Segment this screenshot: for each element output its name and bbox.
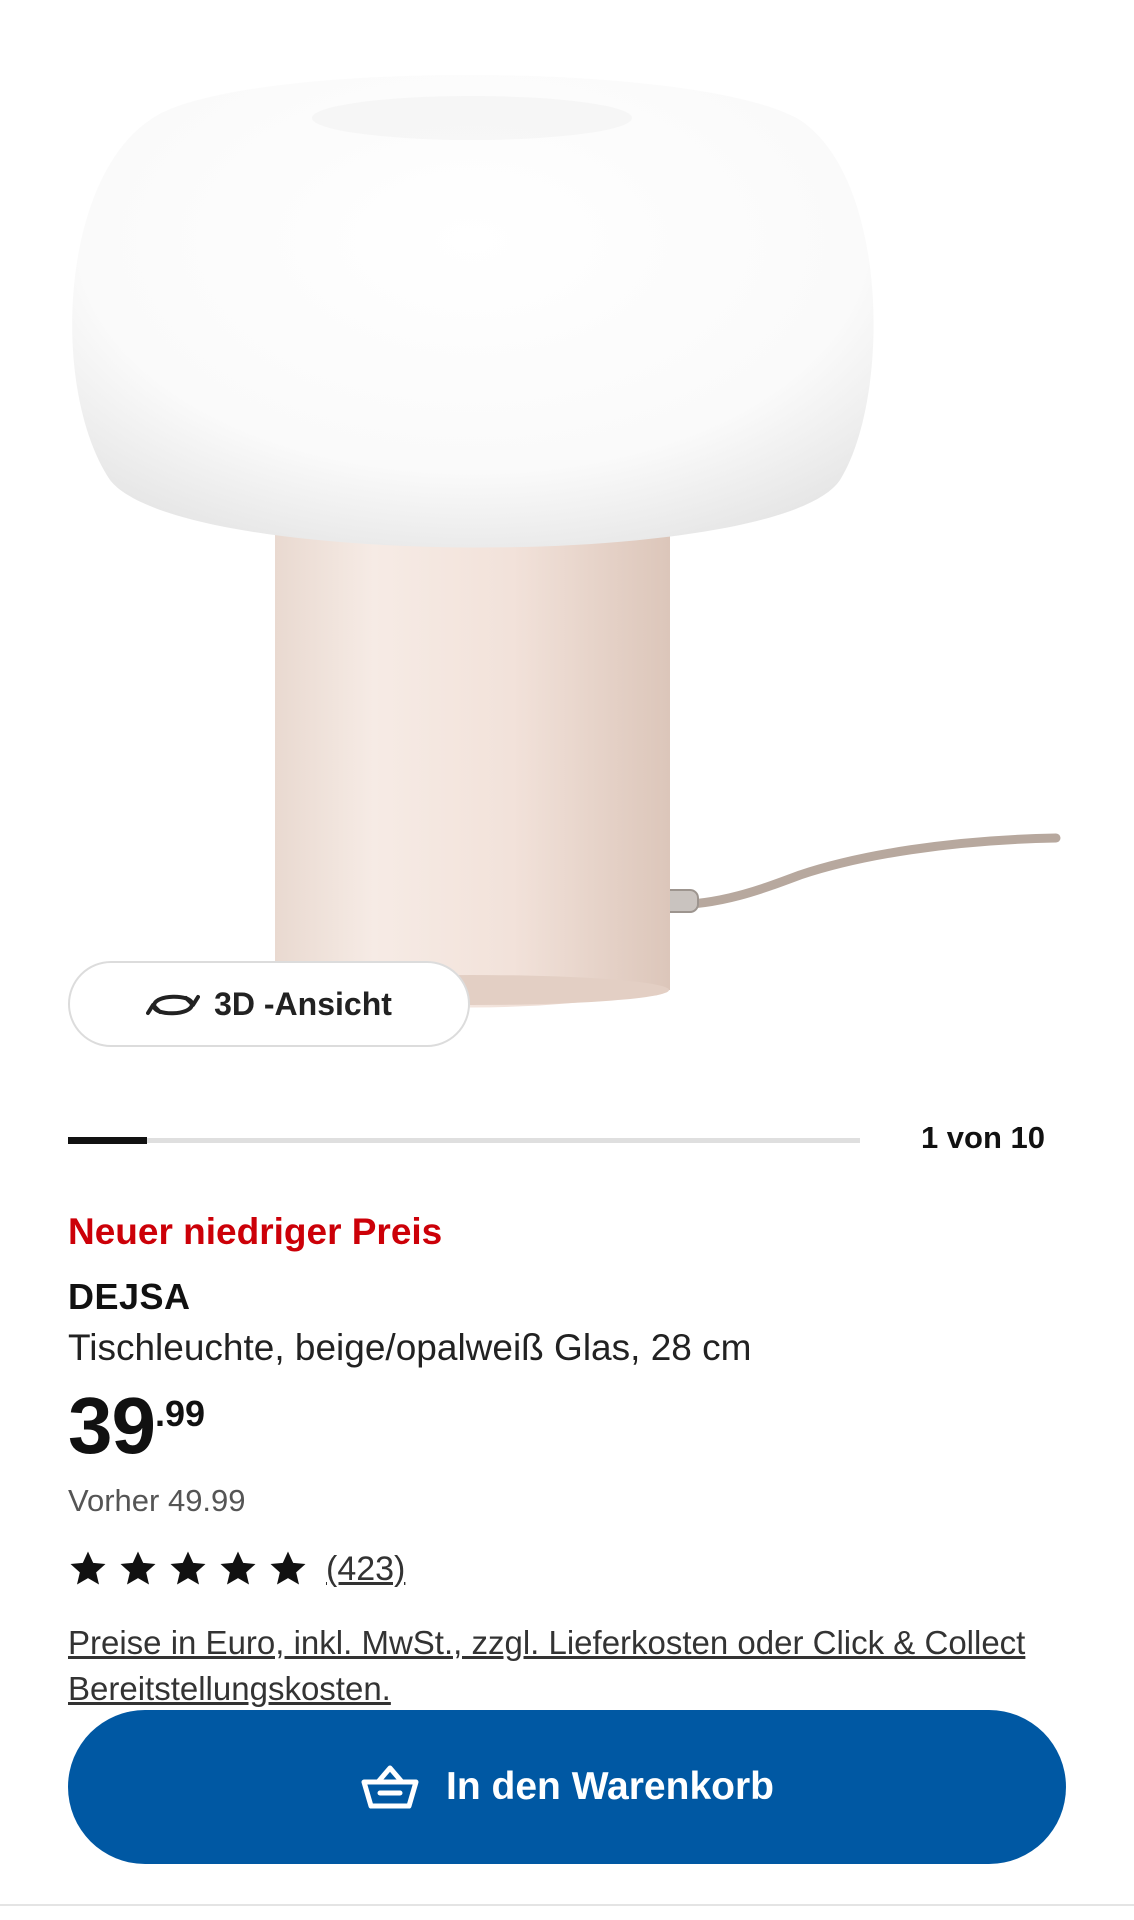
previous-price: Vorher 49.99: [68, 1483, 246, 1518]
add-to-cart-button[interactable]: In den Warenkorb: [68, 1710, 1066, 1864]
bottom-divider: [0, 1904, 1134, 1906]
product-description: Tischleuchte, beige/opalweiß Glas, 28 cm: [68, 1327, 752, 1368]
promo-label: Neuer niedriger Preis: [68, 1211, 443, 1252]
basket-icon: [361, 1765, 419, 1809]
star-icon: [120, 1551, 156, 1585]
price-decimal: .99: [154, 1393, 206, 1434]
view-3d-label: 3D -Ansicht: [214, 985, 392, 1022]
gallery-progress-fill: [68, 1137, 148, 1144]
rotate-3d-icon: [146, 994, 201, 1016]
price-legal-note-link[interactable]: Preise in Euro, inkl. MwSt., zzgl. Liefe…: [68, 1620, 1028, 1712]
star-icon: [70, 1551, 106, 1585]
add-to-cart-label: In den Warenkorb: [446, 1765, 774, 1808]
rating[interactable]: (423): [68, 1549, 405, 1589]
product-image-lamp[interactable]: [0, 0, 1134, 1070]
rating-stars: [68, 1549, 308, 1589]
view-3d-button[interactable]: 3D -Ansicht: [68, 961, 470, 1047]
star-icon: [220, 1551, 256, 1585]
gallery-progress-track: [68, 1137, 860, 1144]
price: 39 .99: [68, 1384, 205, 1468]
star-icon: [170, 1551, 206, 1585]
price-integer: 39: [68, 1381, 156, 1470]
gallery-counter: 1 von 10: [920, 1120, 1045, 1155]
product-name: DEJSA: [68, 1276, 191, 1317]
star-icon: [270, 1551, 306, 1585]
rating-count-link[interactable]: (423): [326, 1550, 405, 1589]
